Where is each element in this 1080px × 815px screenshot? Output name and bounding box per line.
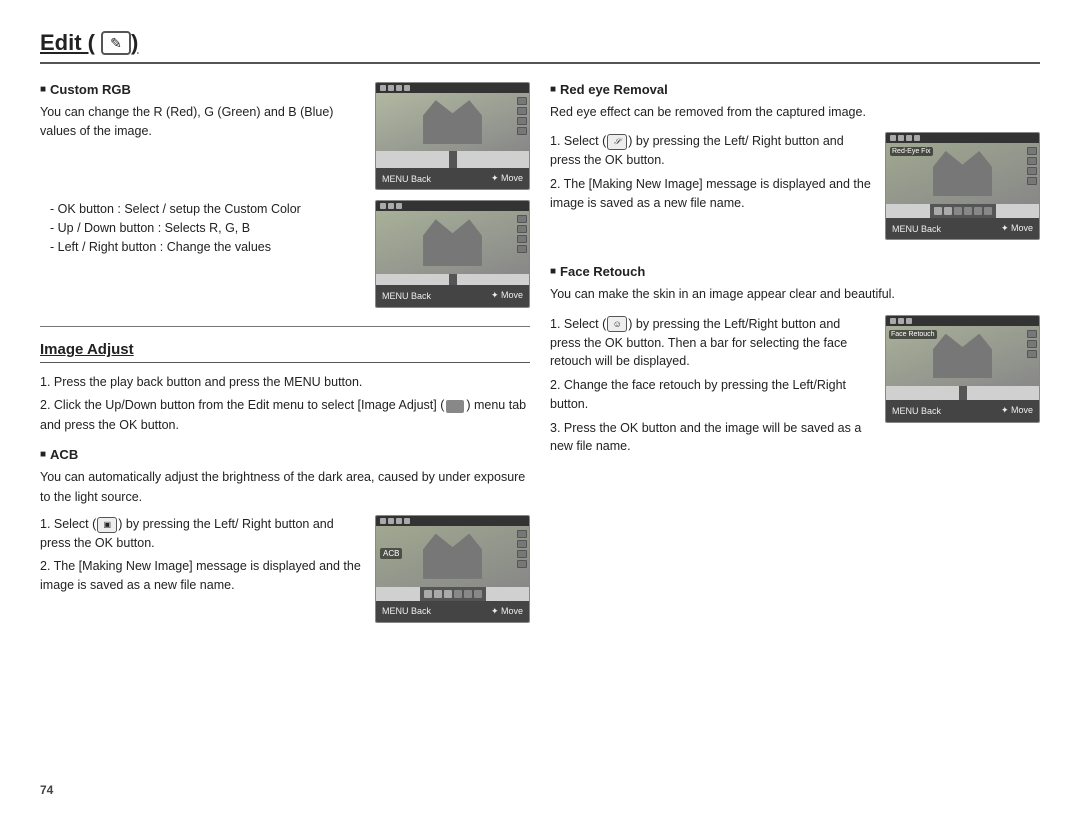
custom-rgb-image-1: MENU Back ✦ Move xyxy=(375,82,530,190)
image-bottom-bar: MENU Back ✦ Move xyxy=(376,168,529,189)
page-title: Edit ( xyxy=(40,30,95,56)
image-adjust-step-2: 2. Click the Up/Down button from the Edi… xyxy=(40,396,530,435)
acb-image: ACB xyxy=(375,515,530,623)
face-retouch-steps: 1. Select (☺) by pressing the Left/Right… xyxy=(550,315,871,456)
red-eye-section: Red eye Removal Red eye effect can be re… xyxy=(550,82,1040,240)
acb-image-bottom-bar: MENU Back ✦ Move xyxy=(376,601,529,622)
image-adjust-heading: Image Adjust xyxy=(40,341,530,363)
menu-tab-icon xyxy=(446,400,464,413)
custom-rgb-bullet-notes: - OK button : Select / setup the Custom … xyxy=(40,200,361,256)
acb-description: You can automatically adjust the brightn… xyxy=(40,468,530,507)
page-number: 74 xyxy=(40,783,53,797)
face-retouch-overlay-label: Face Retouch xyxy=(889,330,937,339)
acb-heading: ACB xyxy=(40,447,530,462)
custom-rgb-notes-block: - OK button : Select / setup the Custom … xyxy=(40,200,530,308)
custom-rgb-text: Custom RGB You can change the R (Red), G… xyxy=(40,82,361,142)
face-retouch-step-1: 1. Select (☺) by pressing the Left/Right… xyxy=(550,315,871,371)
red-eye-description: Red eye effect can be removed from the c… xyxy=(550,103,1040,122)
acb-overlay-label: ACB xyxy=(380,548,402,559)
face-retouch-step-3: 3. Press the OK button and the image wil… xyxy=(550,419,871,457)
custom-rgb-description: You can change the R (Red), G (Green) an… xyxy=(40,103,361,142)
red-eye-steps-block: 1. Select (𝒮) by pressing the Left/ Righ… xyxy=(550,132,1040,240)
red-eye-select-icon: 𝒮 xyxy=(607,134,627,150)
content-area: Custom RGB You can change the R (Red), G… xyxy=(40,82,1040,777)
acb-steps-block: 1. Select (▣) by pressing the Left/ Righ… xyxy=(40,515,530,623)
acb-section: ACB You can automatically adjust the bri… xyxy=(40,447,530,623)
custom-rgb-image-2: MENU Back ✦ Move xyxy=(375,200,530,308)
image-adjust-section: Image Adjust 1. Press the play back butt… xyxy=(40,341,530,623)
face-retouch-steps-block: 1. Select (☺) by pressing the Left/Right… xyxy=(550,315,1040,456)
page: Edit ( ✎ ) Custom RGB You can change the… xyxy=(0,0,1080,815)
edit-icon: ✎ xyxy=(101,31,131,55)
section-divider xyxy=(40,326,530,327)
custom-rgb-content: Custom RGB You can change the R (Red), G… xyxy=(40,82,530,190)
red-eye-image: Red-Eye Fix xyxy=(885,132,1040,240)
page-header: Edit ( ✎ ) xyxy=(40,30,1040,64)
face-retouch-heading: Face Retouch xyxy=(550,264,1040,279)
right-column: Red eye Removal Red eye effect can be re… xyxy=(550,82,1040,777)
custom-rgb-section: Custom RGB You can change the R (Red), G… xyxy=(40,82,530,308)
acb-steps: 1. Select (▣) by pressing the Left/ Righ… xyxy=(40,515,361,595)
page-title-suffix: ) xyxy=(131,30,138,56)
red-eye-heading: Red eye Removal xyxy=(550,82,1040,97)
redeye-overlay-label: Red-Eye Fix xyxy=(890,147,933,156)
custom-rgb-notes: - OK button : Select / setup the Custom … xyxy=(40,200,361,256)
red-eye-step-2: 2. The [Making New Image] message is dis… xyxy=(550,175,871,213)
red-eye-image-bottom-bar: MENU Back ✦ Move xyxy=(886,218,1039,239)
face-retouch-section: Face Retouch You can make the skin in an… xyxy=(550,264,1040,456)
face-retouch-select-icon: ☺ xyxy=(607,316,627,332)
red-eye-steps: 1. Select (𝒮) by pressing the Left/ Righ… xyxy=(550,132,871,212)
face-retouch-image-bottom-bar: MENU Back ✦ Move xyxy=(886,400,1039,422)
left-column: Custom RGB You can change the R (Red), G… xyxy=(40,82,530,777)
custom-rgb-heading: Custom RGB xyxy=(40,82,361,97)
red-eye-step-1: 1. Select (𝒮) by pressing the Left/ Righ… xyxy=(550,132,871,170)
image-bottom-bar-2: MENU Back ✦ Move xyxy=(376,285,529,307)
acb-select-icon: ▣ xyxy=(97,517,117,533)
page-footer: 74 xyxy=(40,783,53,797)
image-adjust-steps: 1. Press the play back button and press … xyxy=(40,373,530,435)
face-retouch-description: You can make the skin in an image appear… xyxy=(550,285,1040,304)
image-adjust-step-1: 1. Press the play back button and press … xyxy=(40,373,530,392)
face-retouch-image: Face Retouch xyxy=(885,315,1040,423)
acb-step-1: 1. Select (▣) by pressing the Left/ Righ… xyxy=(40,515,361,553)
acb-step-2: 2. The [Making New Image] message is dis… xyxy=(40,557,361,595)
face-retouch-step-2: 2. Change the face retouch by pressing t… xyxy=(550,376,871,414)
